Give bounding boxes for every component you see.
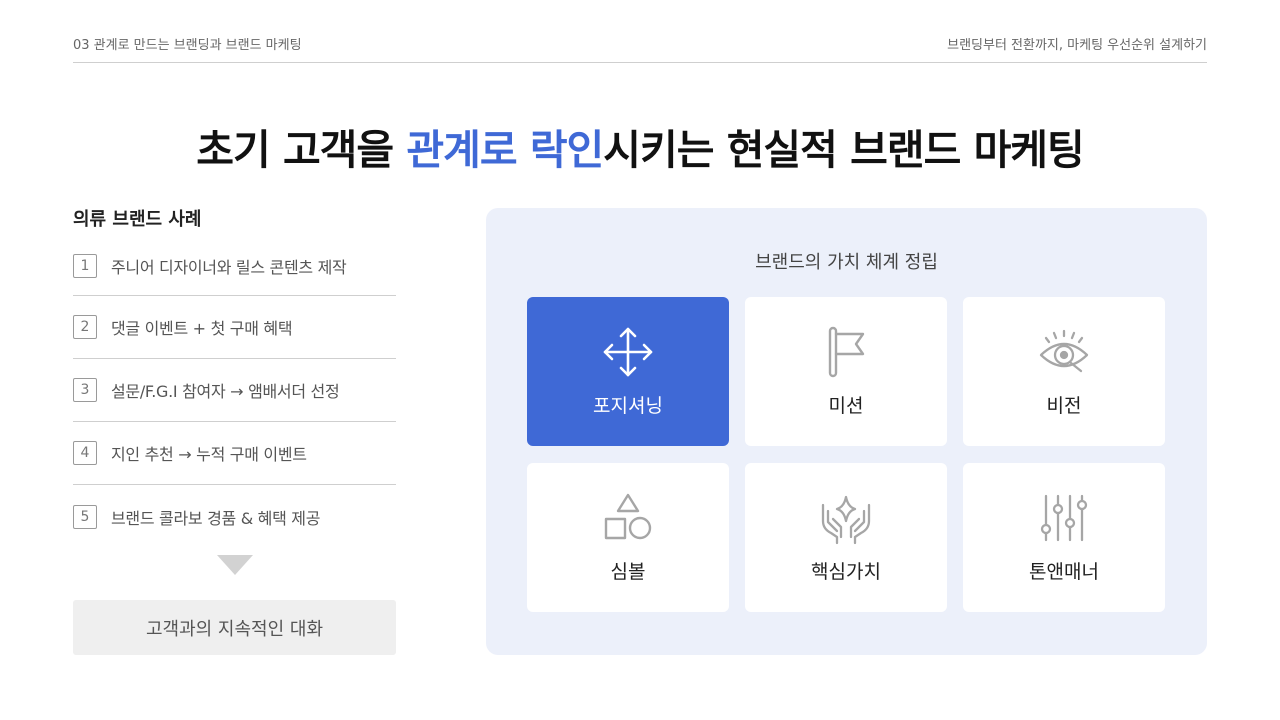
value-system-panel: 브랜드의 가치 체계 정립 포지셔닝 미션 비전 심볼 핵심가치 톤앤매너	[486, 208, 1207, 655]
title-highlight: 관계로 락인	[406, 126, 604, 174]
card-label: 포지셔닝	[593, 395, 663, 417]
flag-icon	[819, 325, 873, 379]
title-part-2: 시키는 현실적 브랜드 마케팅	[603, 126, 1084, 174]
card-core-values: 핵심가치	[745, 463, 947, 612]
deck-subtitle: 브랜딩부터 전환까지, 마케팅 우선순위 설계하기	[947, 38, 1207, 53]
eye-icon	[1037, 325, 1091, 379]
step-text: 지인 추천 → 누적 구매 이벤트	[111, 445, 307, 464]
card-positioning: 포지셔닝	[527, 297, 729, 446]
step-number: 3	[73, 378, 97, 402]
panel-title: 브랜드의 가치 체계 정립	[755, 252, 938, 273]
step-text: 설문/F.G.I 참여자 → 앰배서더 선정	[111, 382, 340, 401]
section-label: 03 관계로 만드는 브랜딩과 브랜드 마케팅	[73, 38, 302, 53]
card-mission: 미션	[745, 297, 947, 446]
card-label: 미션	[828, 395, 864, 417]
title-part-1: 초기 고객을	[196, 126, 407, 174]
card-vision: 비전	[963, 297, 1165, 446]
step-text: 댓글 이벤트 + 첫 구매 혜택	[111, 319, 293, 338]
hands-star-icon	[819, 491, 873, 545]
card-label: 비전	[1046, 395, 1082, 417]
step-item: 4 지인 추천 → 누적 구매 이벤트	[73, 422, 396, 485]
step-text: 브랜드 콜라보 경품 & 혜택 제공	[111, 508, 321, 528]
step-item: 2 댓글 이벤트 + 첫 구매 혜택	[73, 296, 396, 359]
move-arrows-icon	[601, 325, 655, 379]
value-card-grid: 포지셔닝 미션 비전 심볼 핵심가치 톤앤매너	[527, 297, 1165, 612]
step-item: 5 브랜드 콜라보 경품 & 혜택 제공	[73, 485, 396, 548]
step-number: 4	[73, 441, 97, 465]
step-item: 1 주니어 디자이너와 릴스 콘텐츠 제작	[73, 236, 396, 296]
card-label: 핵심가치	[811, 561, 881, 583]
card-tone-and-manner: 톤앤매너	[963, 463, 1165, 612]
step-number: 2	[73, 315, 97, 339]
card-symbol: 심볼	[527, 463, 729, 612]
sliders-icon	[1037, 491, 1091, 545]
card-label: 심볼	[610, 561, 646, 583]
page-title: 초기 고객을 관계로 락인시키는 현실적 브랜드 마케팅	[0, 116, 1280, 176]
page-header: 03 관계로 만드는 브랜딩과 브랜드 마케팅 브랜딩부터 전환까지, 마케팅 …	[73, 34, 1207, 63]
card-label: 톤앤매너	[1029, 561, 1099, 583]
step-list: 1 주니어 디자이너와 릴스 콘텐츠 제작 2 댓글 이벤트 + 첫 구매 혜택 3…	[73, 236, 396, 548]
step-text: 주니어 디자이너와 릴스 콘텐츠 제작	[111, 257, 347, 277]
shapes-icon	[601, 491, 655, 545]
result-box: 고객과의 지속적인 대화	[73, 600, 396, 655]
case-title: 의류 브랜드 사례	[73, 209, 202, 230]
step-item: 3 설문/F.G.I 참여자 → 앰배서더 선정	[73, 359, 396, 422]
step-number: 5	[73, 504, 97, 529]
case-section: 의류 브랜드 사례 1 주니어 디자이너와 릴스 콘텐츠 제작 2 댓글 이벤트 +…	[73, 204, 396, 655]
step-number: 1	[73, 253, 97, 278]
arrow-down-icon	[217, 555, 253, 575]
